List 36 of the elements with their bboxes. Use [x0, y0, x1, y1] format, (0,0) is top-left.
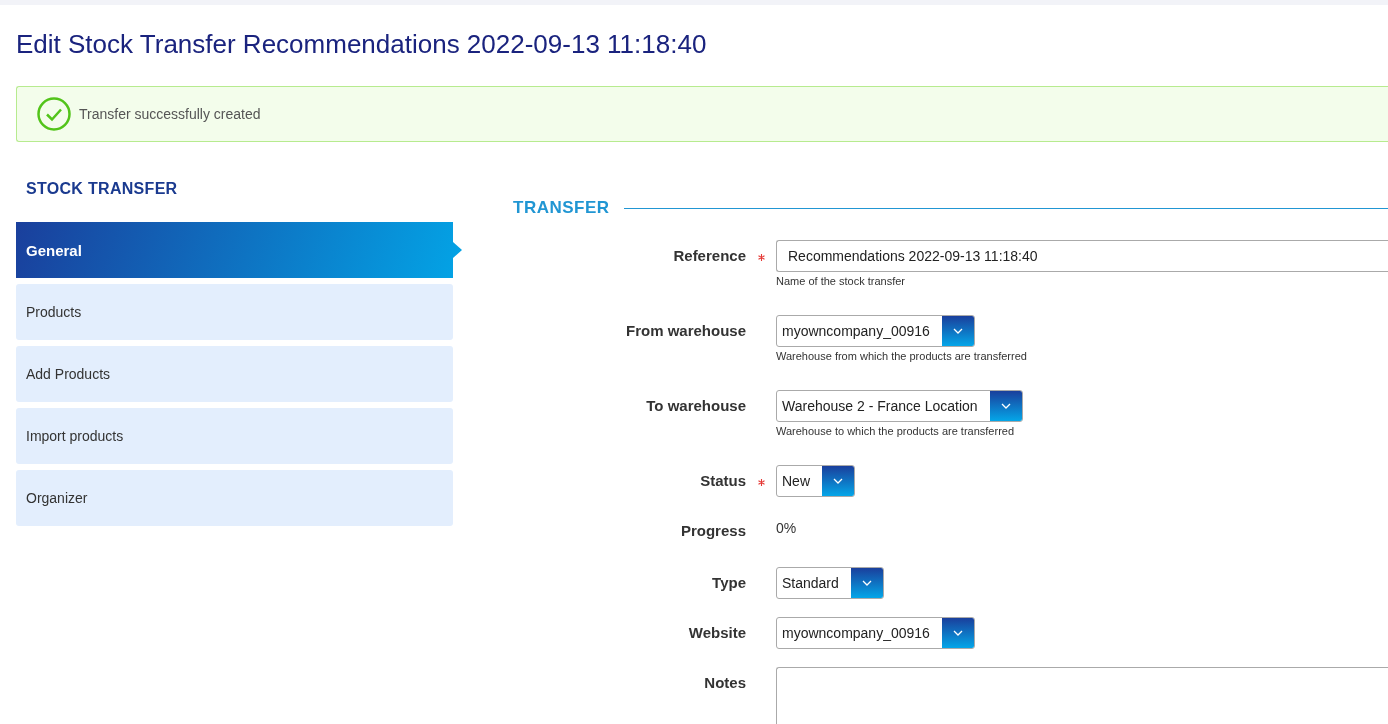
- field-label: Type: [711, 573, 746, 593]
- sidebar-tab[interactable]: Add Products: [16, 346, 453, 402]
- select-field[interactable]: myowncompany_00916: [776, 315, 975, 347]
- help-text: Warehouse from which the products are transferred: [776, 350, 1028, 362]
- page-title: Edit Stock Transfer Recommendations 2022-09-13 11:18:40: [16, 28, 708, 61]
- field-label: Reference: [672, 246, 746, 266]
- text-field[interactable]: Recommendations 2022-09-13 11:18:40: [776, 240, 1388, 272]
- field-label: Status: [699, 471, 746, 491]
- select-field[interactable]: Warehouse 2 - France Location: [776, 390, 1023, 422]
- sidebar-heading: STOCK TRANSFER: [26, 180, 179, 198]
- sidebar-tab[interactable]: Import products: [16, 408, 453, 464]
- sidebar-tab[interactable]: Products: [16, 284, 453, 340]
- chevron-down-icon: [861, 580, 872, 586]
- check-circle-icon: [37, 97, 71, 131]
- notes-field[interactable]: [776, 667, 1388, 724]
- field-label: To warehouse: [645, 396, 746, 416]
- help-text: Name of the stock transfer: [776, 275, 906, 287]
- chevron-down-icon: [1000, 403, 1011, 409]
- select-field[interactable]: myowncompany_00916: [776, 617, 975, 649]
- select-field[interactable]: New: [776, 465, 855, 497]
- sidebar-tab[interactable]: Organizer: [16, 470, 453, 526]
- alert-message: Transfer successfully created: [79, 106, 261, 122]
- field-label: Progress: [679, 521, 746, 541]
- help-text: Warehouse to which the products are transferred: [776, 425, 1016, 437]
- field-label: Website: [687, 623, 746, 643]
- progress-value: 0%: [776, 519, 798, 538]
- chevron-down-icon: [833, 478, 843, 484]
- field-label: Notes: [703, 673, 746, 693]
- sidebar-tab[interactable]: General: [16, 222, 462, 278]
- select-field[interactable]: Standard: [776, 567, 884, 599]
- chevron-down-icon: [952, 328, 963, 334]
- required-asterisk-icon: [757, 254, 765, 261]
- chevron-down-icon: [952, 630, 963, 636]
- section-heading: TRANSFER: [513, 198, 610, 218]
- required-asterisk-icon: [757, 479, 765, 486]
- field-label: From warehouse: [624, 321, 746, 341]
